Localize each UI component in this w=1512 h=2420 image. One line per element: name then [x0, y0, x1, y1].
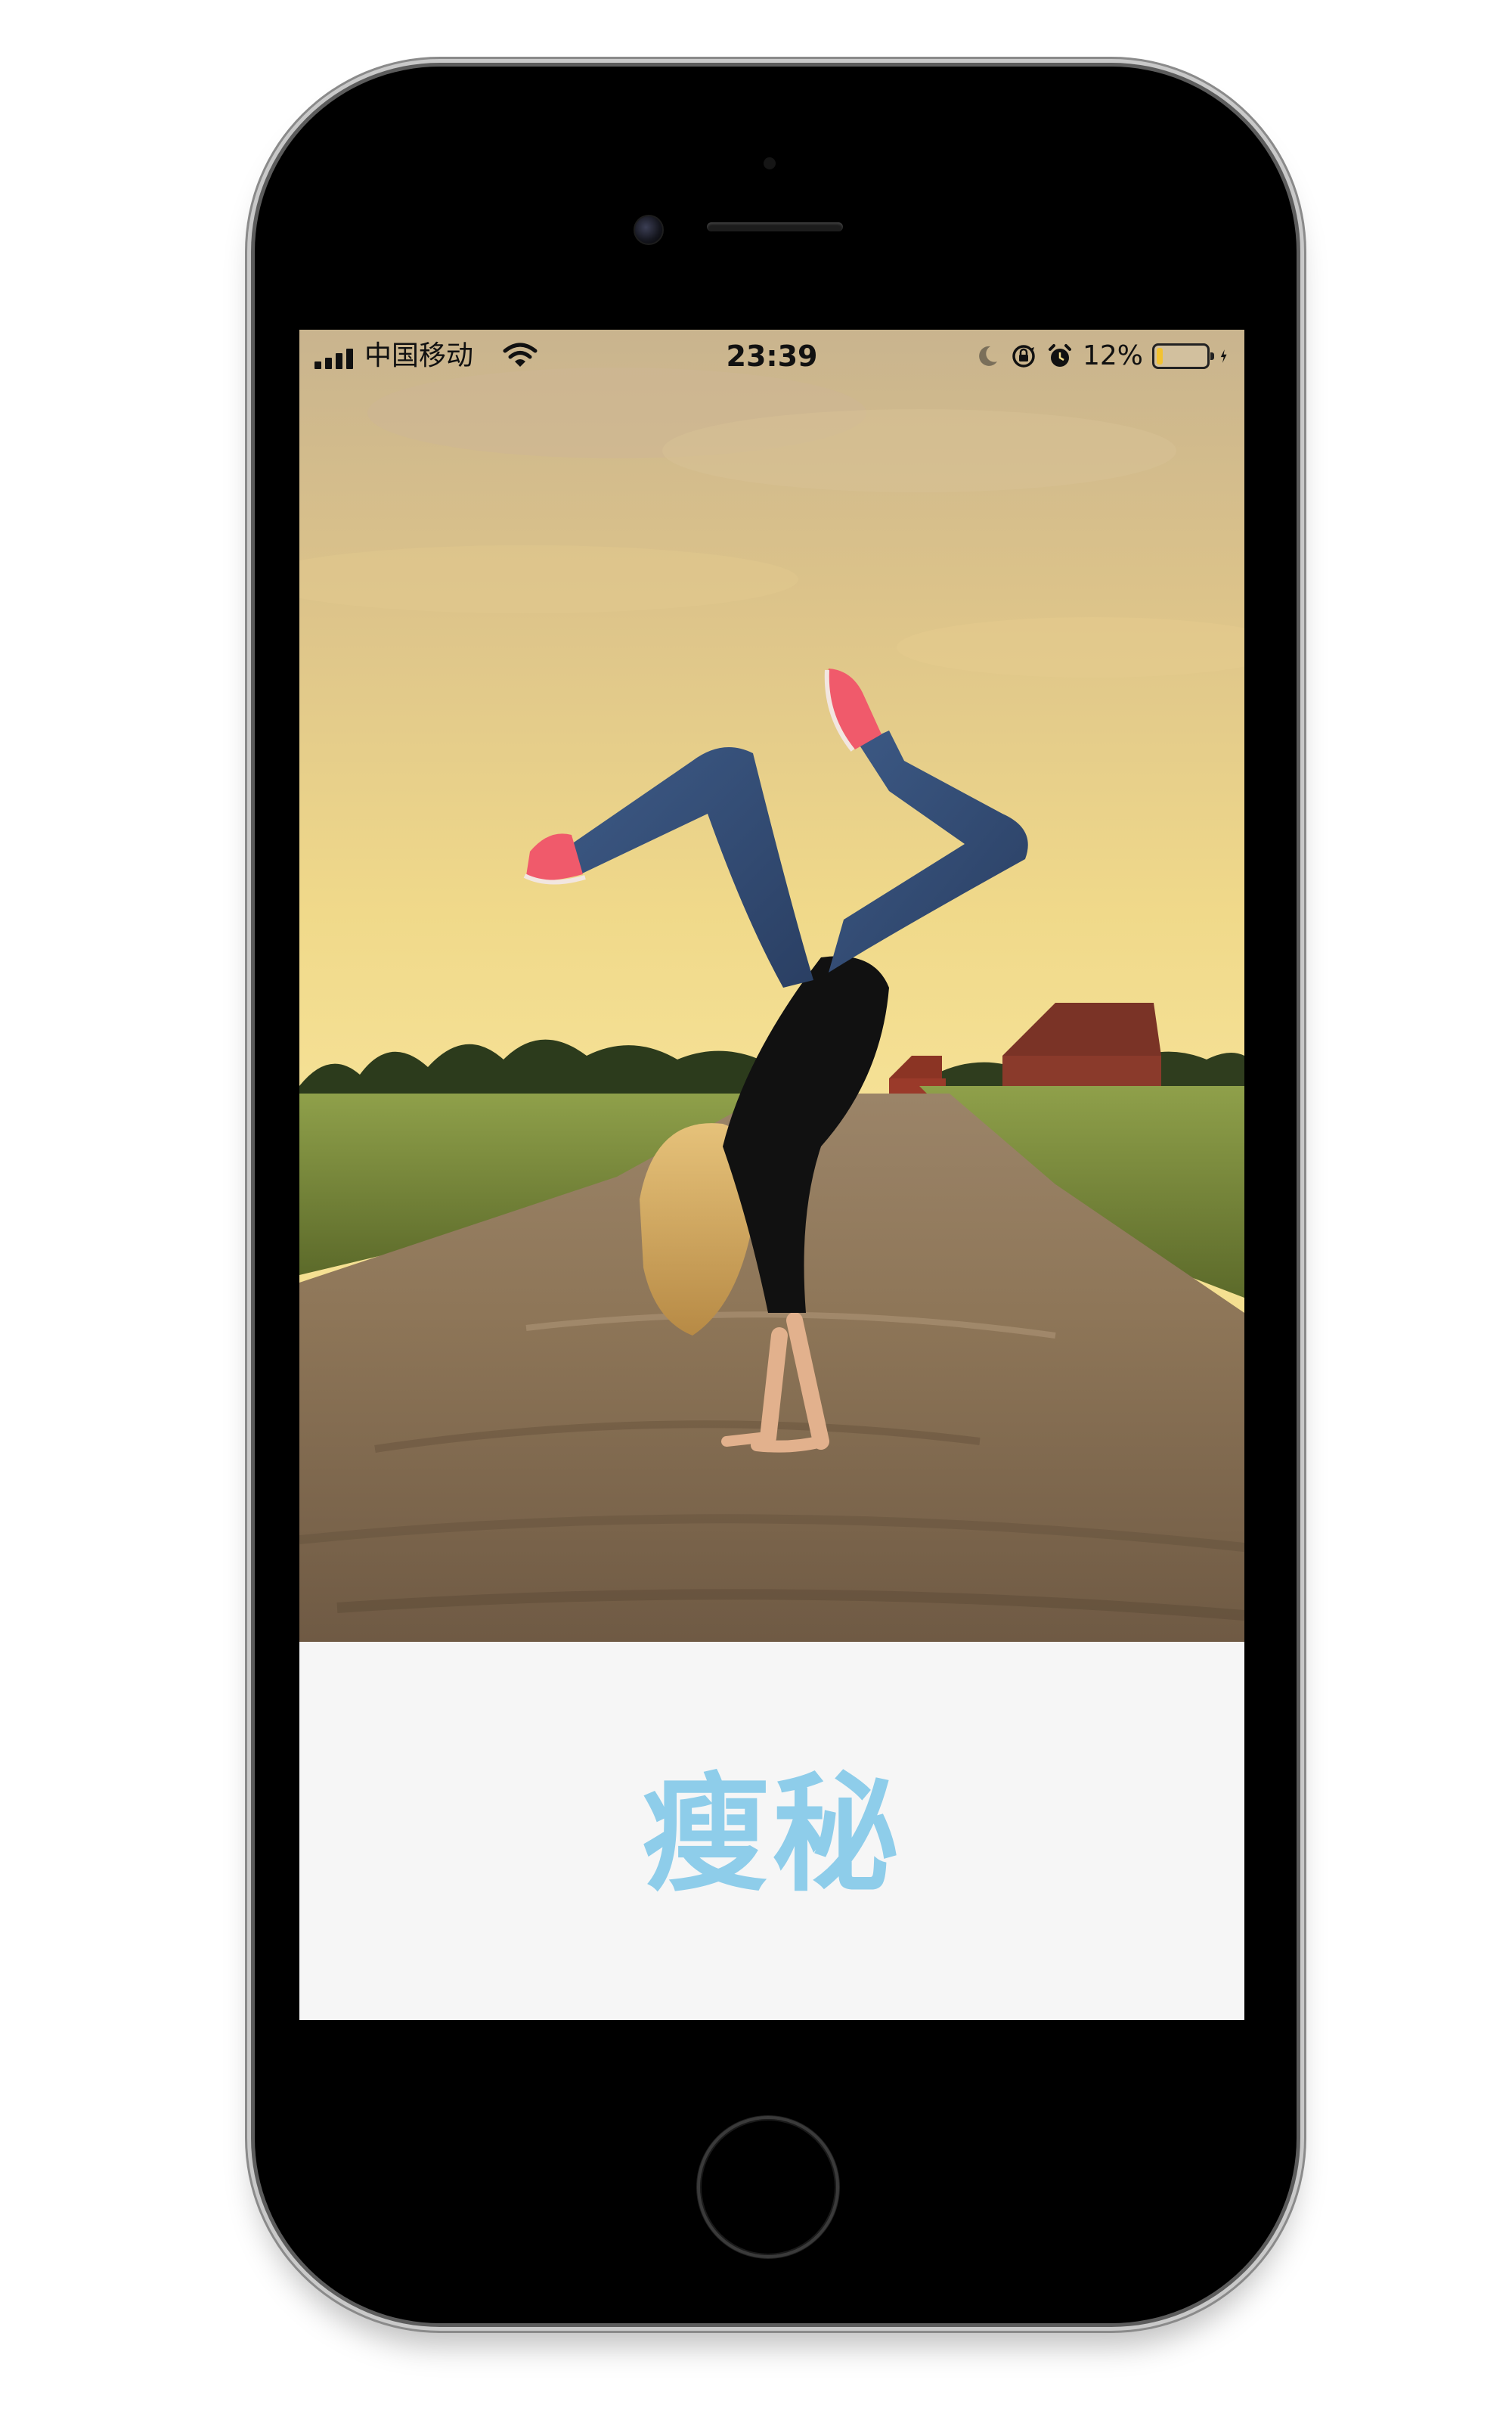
front-camera	[634, 215, 664, 245]
charging-bolt-icon	[1220, 349, 1227, 363]
battery-level-fill	[1157, 348, 1163, 365]
page-canvas: 中国移动 23:39 12% 瘦秘	[0, 0, 1512, 2420]
earpiece-speaker	[707, 222, 843, 231]
status-bar: 中国移动 23:39 12%	[299, 330, 1244, 383]
status-right-group: 12%	[974, 339, 1234, 374]
proximity-sensor	[764, 157, 776, 169]
power-button	[1295, 499, 1306, 605]
moon-icon	[979, 346, 997, 366]
battery-nub	[1210, 352, 1214, 360]
volume-down-button	[245, 635, 256, 741]
hero-photo	[299, 330, 1244, 1642]
app-name: 瘦秘	[642, 1761, 902, 1909]
battery-icon	[1152, 343, 1214, 369]
brand-panel: 瘦秘	[299, 1642, 1244, 2020]
phone-screen: 中国移动 23:39 12% 瘦秘	[299, 330, 1244, 2020]
mute-switch	[245, 387, 256, 463]
rotation-lock-icon	[1012, 345, 1035, 368]
alarm-icon	[1048, 344, 1071, 367]
home-button[interactable]	[697, 2116, 839, 2258]
battery-percent: 12%	[1082, 340, 1143, 371]
volume-up-button	[245, 514, 256, 620]
